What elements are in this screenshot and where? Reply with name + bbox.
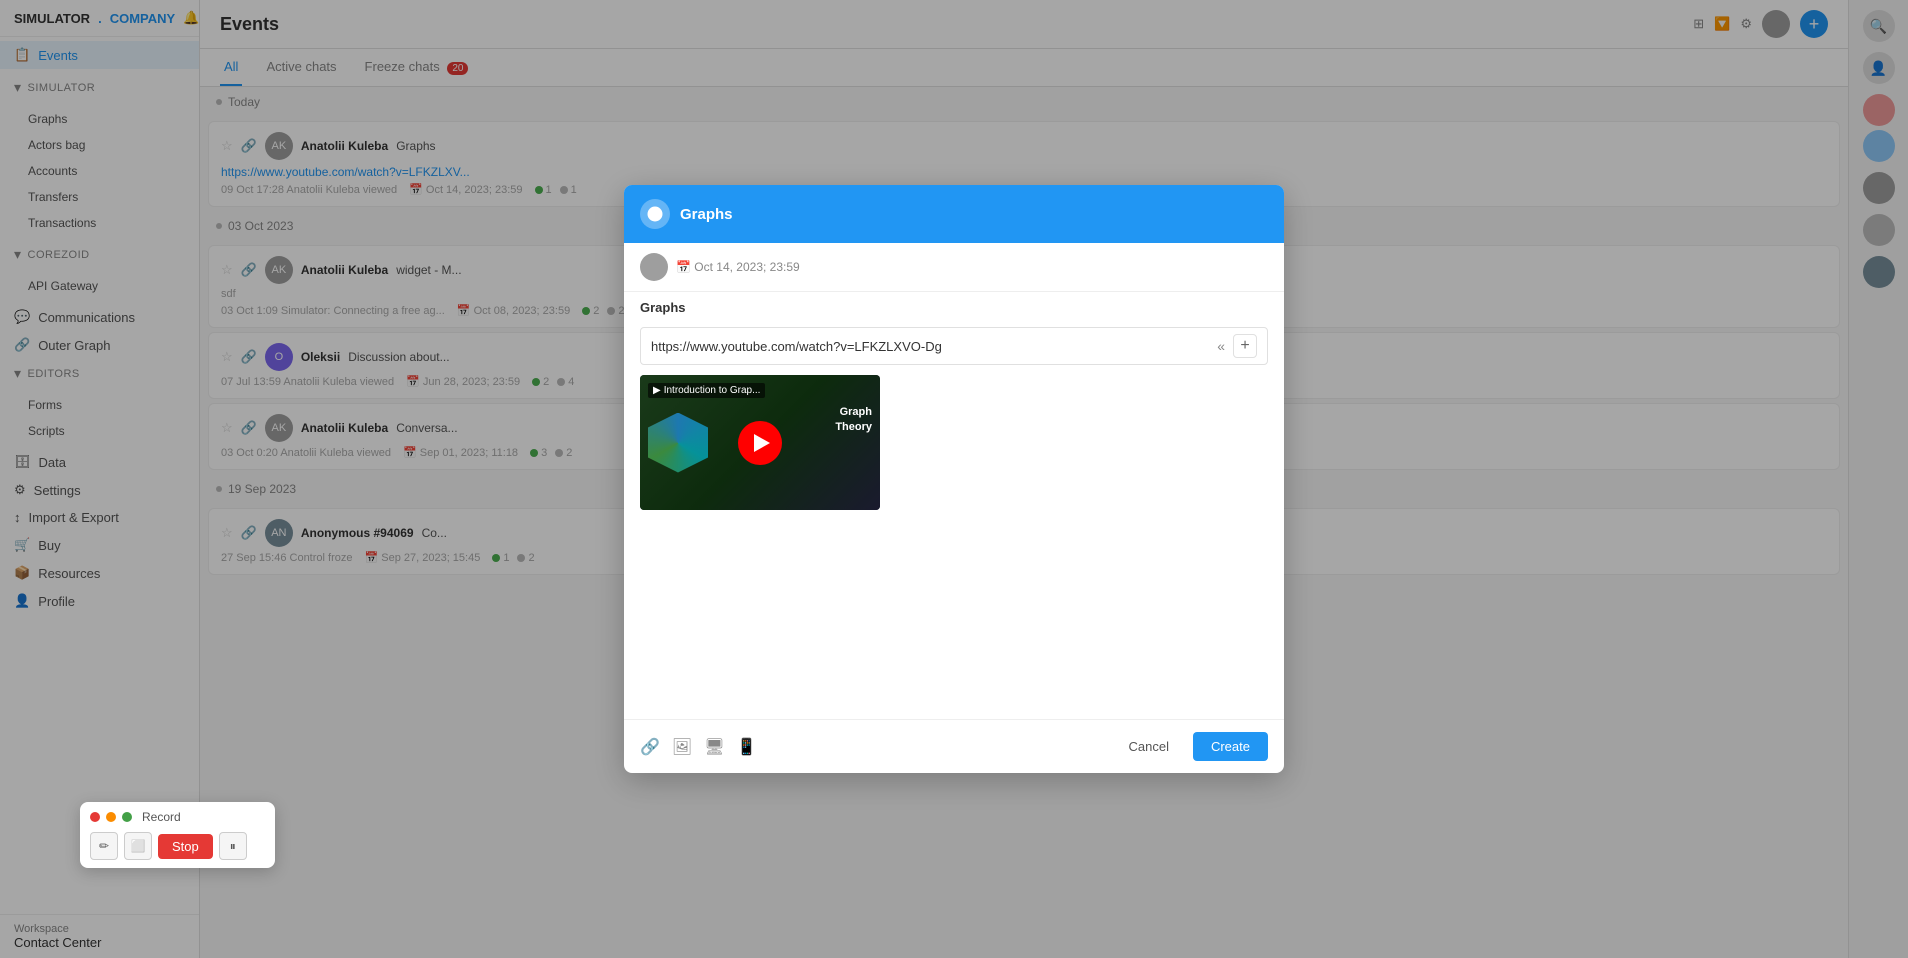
modal-dialog: Graphs 📅 Oct 14, 2023; 23:59 Graphs « + bbox=[624, 185, 1284, 773]
video-title-line2: Theory bbox=[835, 420, 872, 435]
video-text: Graph Theory bbox=[835, 405, 872, 436]
modal-overlay: Graphs 📅 Oct 14, 2023; 23:59 Graphs « + bbox=[0, 0, 1908, 958]
modal-header-avatar bbox=[640, 199, 670, 229]
modal-body: « + Graph Theory ▶ Introduction to Grap.… bbox=[624, 319, 1284, 719]
modal-footer: 🔗 🖼 🖥 📱 Cancel Create bbox=[624, 719, 1284, 773]
maximize-dot[interactable] bbox=[122, 812, 132, 822]
device-icon[interactable]: 📱 bbox=[737, 737, 757, 757]
video-channel-name: Introduction to Grap... bbox=[664, 385, 761, 396]
modal-section-label: Graphs bbox=[624, 292, 1284, 319]
cancel-button[interactable]: Cancel bbox=[1115, 732, 1183, 761]
modal-sub-avatar bbox=[640, 253, 668, 281]
screen-icon[interactable]: 🖥 bbox=[704, 737, 724, 757]
modal-subheader: 📅 Oct 14, 2023; 23:59 bbox=[624, 243, 1284, 292]
footer-icons: 🔗 🖼 🖥 📱 bbox=[640, 737, 756, 757]
pause-button[interactable]: ⏸ bbox=[219, 832, 247, 860]
record-controls: ✏ ⬜ Stop ⏸ bbox=[90, 832, 265, 860]
play-button[interactable] bbox=[738, 421, 782, 465]
footer-actions: Cancel Create bbox=[1115, 732, 1269, 761]
modal-header: Graphs bbox=[624, 185, 1284, 243]
record-label: Record bbox=[142, 810, 181, 824]
play-triangle-icon bbox=[754, 434, 770, 452]
record-widget: Record ✏ ⬜ Stop ⏸ bbox=[80, 802, 275, 868]
url-input[interactable] bbox=[651, 335, 1207, 358]
stop-button[interactable]: Stop bbox=[158, 834, 213, 859]
video-channel-icon: ▶ bbox=[653, 385, 661, 396]
video-title-line1: Graph bbox=[835, 405, 872, 420]
modal-timestamp: 📅 Oct 14, 2023; 23:59 bbox=[676, 260, 800, 274]
add-url-button[interactable]: + bbox=[1233, 334, 1257, 358]
close-dot[interactable] bbox=[90, 812, 100, 822]
pencil-button[interactable]: ✏ bbox=[90, 832, 118, 860]
image-icon[interactable]: 🖼 bbox=[672, 737, 692, 757]
collapse-button[interactable]: « bbox=[1217, 338, 1225, 354]
create-button[interactable]: Create bbox=[1193, 732, 1268, 761]
square-button[interactable]: ⬜ bbox=[124, 832, 152, 860]
modal-title: Graphs bbox=[680, 206, 733, 223]
minimize-dot[interactable] bbox=[106, 812, 116, 822]
video-channel-label: ▶ Introduction to Grap... bbox=[648, 383, 765, 398]
graph-decoration bbox=[648, 413, 708, 473]
record-titlebar: Record bbox=[90, 810, 265, 824]
attachment-icon[interactable]: 🔗 bbox=[640, 737, 660, 757]
url-bar: « + bbox=[640, 327, 1268, 365]
video-preview[interactable]: Graph Theory ▶ Introduction to Grap... bbox=[640, 375, 880, 510]
